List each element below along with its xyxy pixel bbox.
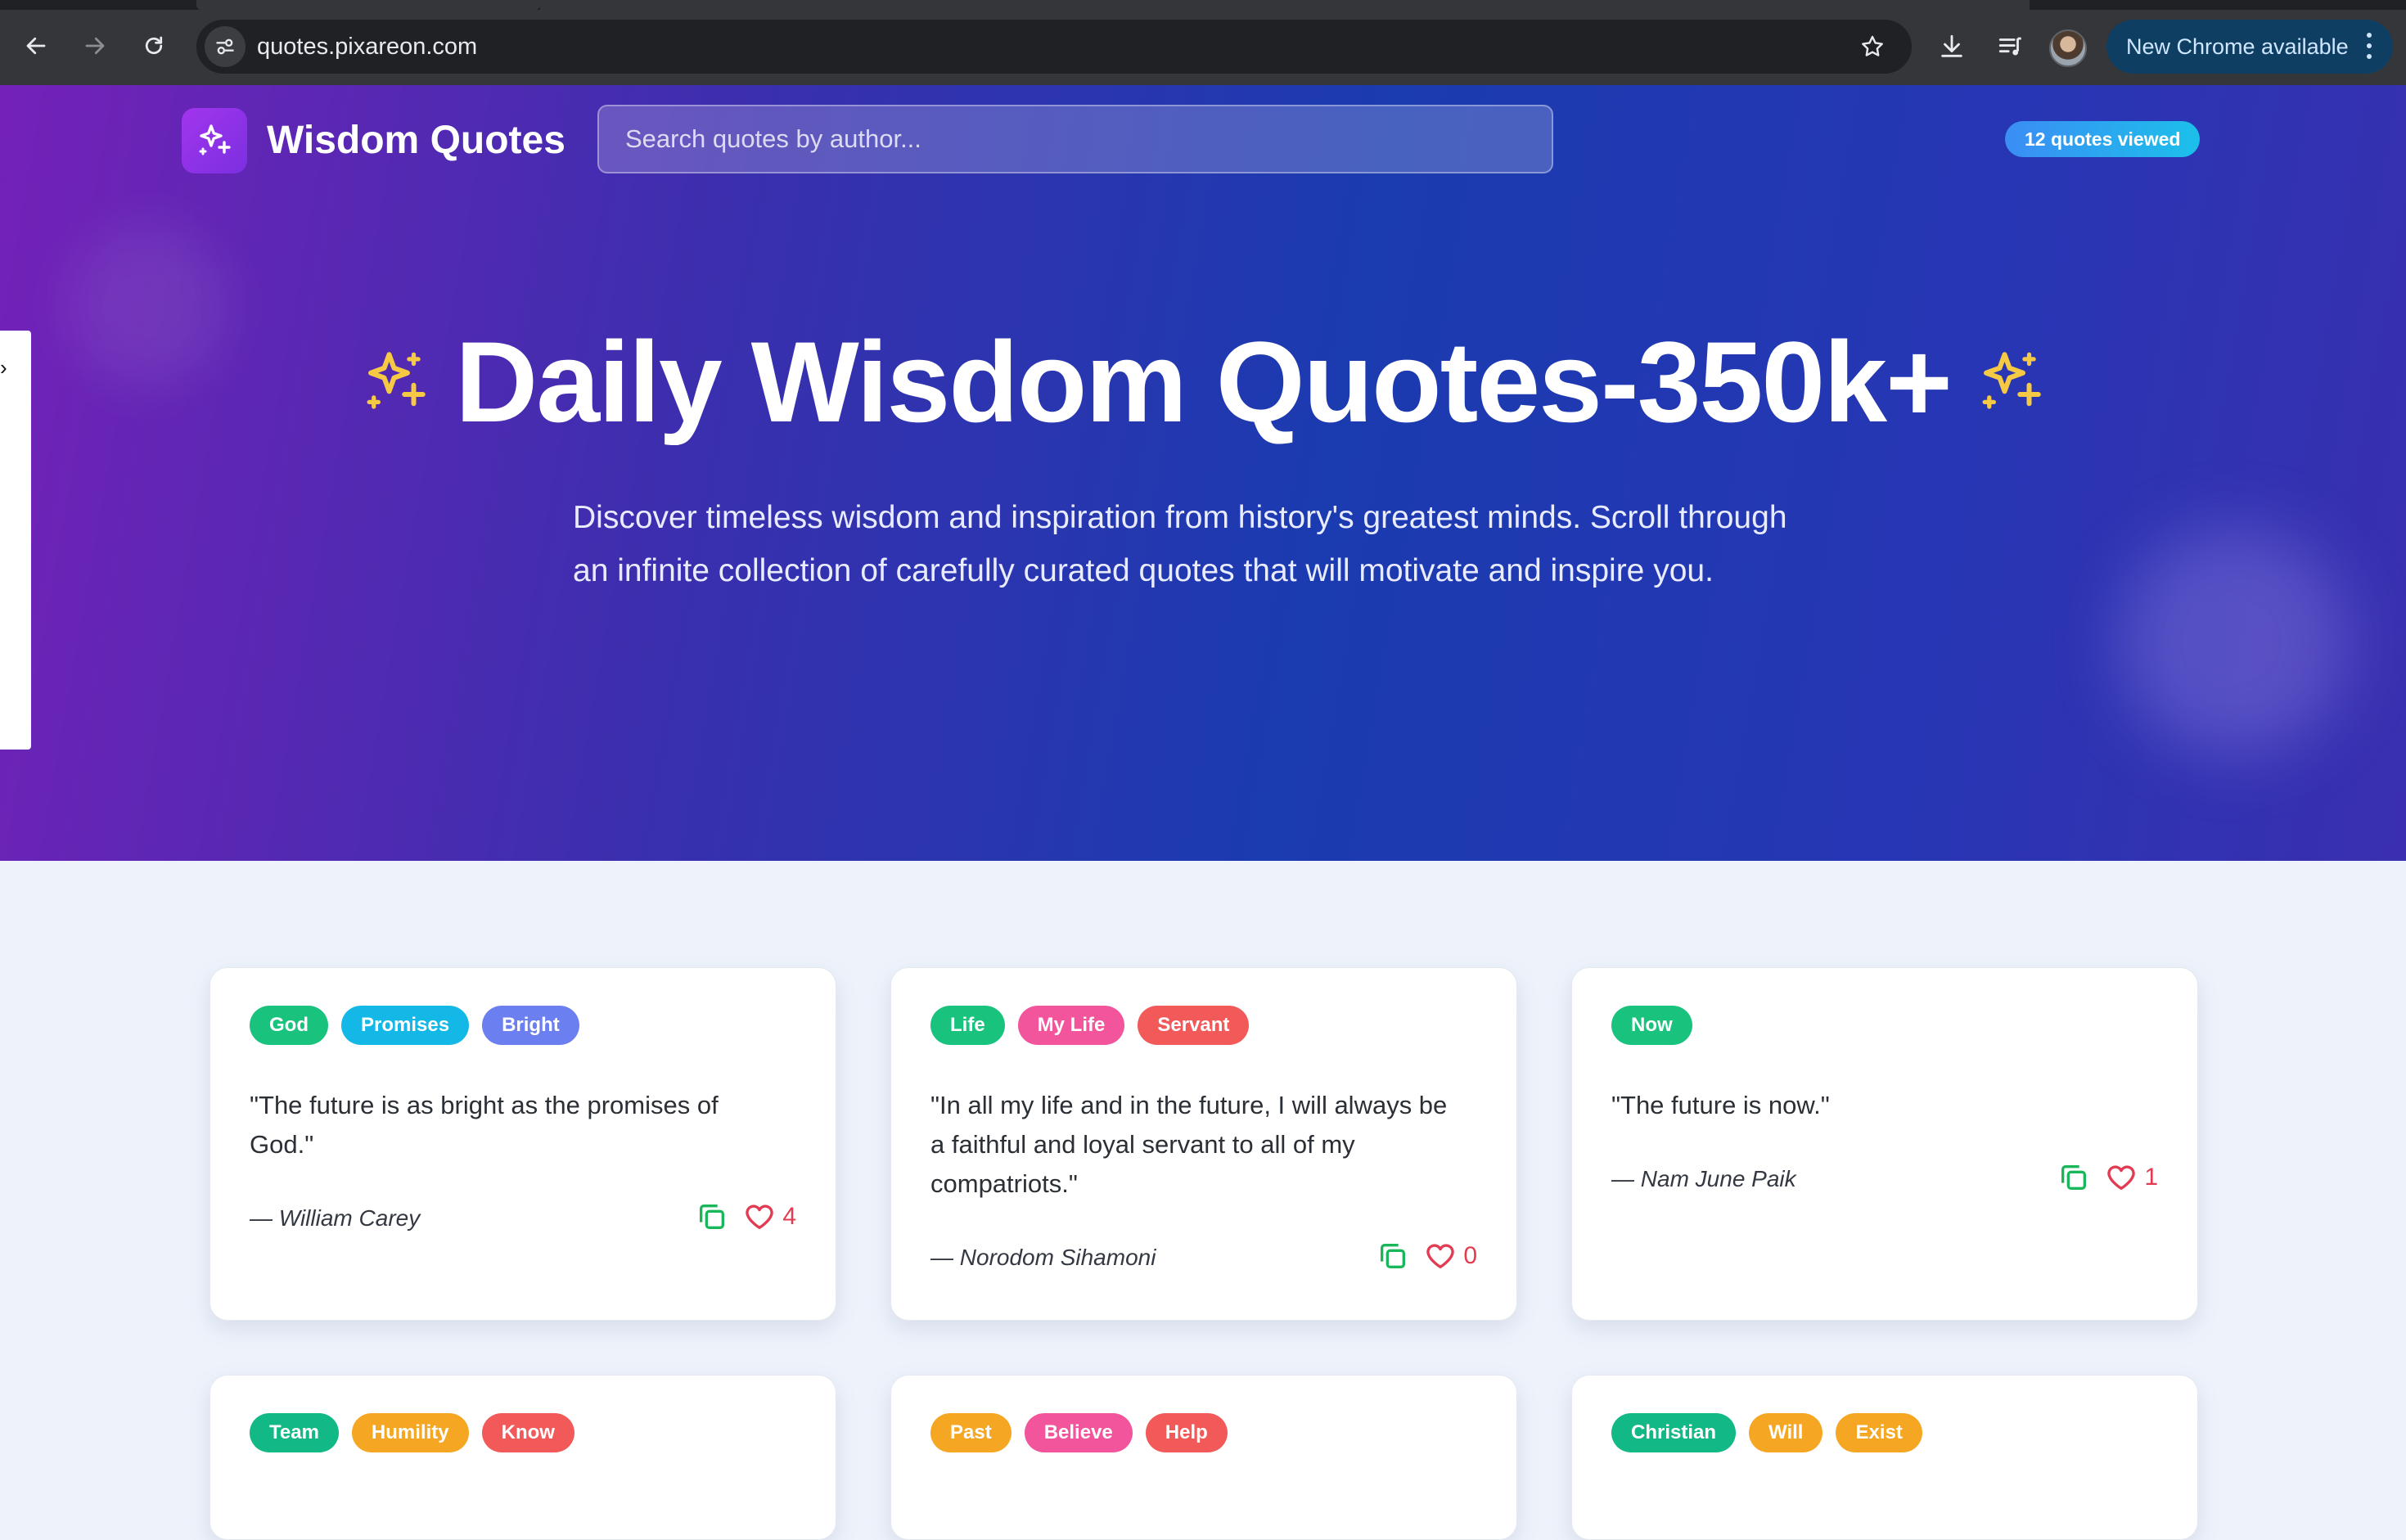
quote-line: "The future is as bright as the promises…: [250, 1091, 719, 1119]
tag-list: Now: [1611, 1006, 1692, 1045]
tag[interactable]: Past: [930, 1413, 1012, 1452]
search-input[interactable]: [597, 105, 1553, 173]
copy-button[interactable]: [2057, 1161, 2090, 1194]
quote-card: Life My Life Servant "In all my life and…: [890, 967, 1517, 1321]
tab-strip: [0, 0, 2406, 10]
tag[interactable]: Now: [1611, 1006, 1692, 1045]
quote-text: "In all my life and in the future, I wil…: [930, 1086, 1503, 1204]
downloads-button[interactable]: [1930, 25, 1974, 69]
tag-list: Team Humility Know: [250, 1413, 574, 1452]
tag[interactable]: Team: [250, 1413, 339, 1452]
copy-icon: [1381, 1244, 1406, 1268]
tag[interactable]: Christian: [1611, 1413, 1737, 1452]
tag-list: Christian Will Exist: [1611, 1413, 1922, 1452]
tag[interactable]: Know: [481, 1413, 574, 1452]
address-bar[interactable]: quotes.pixareon.com: [196, 20, 1912, 74]
copy-icon: [700, 1205, 725, 1229]
download-icon: [1941, 34, 1962, 57]
more-vert-icon[interactable]: [2367, 33, 2372, 61]
quote-line: God.": [250, 1130, 314, 1159]
reload-icon: [145, 36, 163, 55]
quote-author[interactable]: — Norodom Sihamoni: [930, 1245, 1156, 1271]
hero-title-row: Daily Wisdom Quotes-350k+: [0, 313, 2406, 452]
bookmark-button[interactable]: [1856, 30, 1889, 63]
forward-button[interactable]: [69, 20, 121, 72]
quote-line: a faithful and loyal servant to all of m…: [930, 1130, 1355, 1159]
star-icon: [1862, 35, 1883, 56]
tag[interactable]: Exist: [1836, 1413, 1922, 1452]
url-text[interactable]: quotes.pixareon.com: [257, 33, 477, 61]
hero-description: Discover timeless wisdom and inspiration…: [573, 491, 1833, 597]
quote-card: Team Humility Know: [210, 1375, 836, 1540]
tag[interactable]: Promises: [341, 1006, 470, 1045]
back-arrow-icon: [26, 37, 46, 55]
copy-button[interactable]: [1376, 1240, 1409, 1272]
hero-section: › Wisdom Quotes 12 quotes viewed Daily W…: [0, 85, 2406, 861]
quote-actions: 4: [696, 1200, 796, 1233]
tag[interactable]: Bright: [482, 1006, 579, 1045]
reload-button[interactable]: [128, 20, 180, 72]
tag[interactable]: Help: [1145, 1413, 1228, 1452]
quote-line: "The future is now.": [1611, 1091, 1830, 1119]
queue-music-icon: [1998, 37, 2021, 56]
copy-icon: [2061, 1165, 2087, 1190]
quote-author[interactable]: — Nam June Paik: [1611, 1166, 1796, 1192]
like-count: 0: [1463, 1242, 1477, 1269]
hero-description-line: an infinite collection of carefully cura…: [573, 553, 1714, 588]
sparkles-icon: [367, 352, 426, 409]
tag-list: Life My Life Servant: [930, 1006, 1250, 1045]
tag-list: God Promises Bright: [250, 1006, 579, 1045]
quote-card: Now "The future is now." — Nam June Paik…: [1571, 967, 2198, 1321]
back-button[interactable]: [10, 20, 62, 72]
forward-arrow-icon: [85, 37, 105, 55]
media-controls-button[interactable]: [1989, 25, 2033, 69]
quote-text: "The future is as bright as the promises…: [250, 1086, 806, 1164]
profile-avatar[interactable]: [2049, 29, 2087, 67]
quote-actions: 0: [1376, 1240, 1477, 1272]
page-title: Daily Wisdom Quotes-350k+: [455, 317, 1953, 446]
quote-author[interactable]: — William Carey: [250, 1205, 420, 1232]
brand-name[interactable]: Wisdom Quotes: [267, 116, 565, 165]
tab-active[interactable]: [196, 0, 540, 10]
update-label: New Chrome available: [2126, 34, 2349, 59]
heart-icon: [746, 1205, 773, 1229]
like-count: 1: [2144, 1164, 2158, 1191]
quote-card: Past Believe Help: [890, 1375, 1517, 1540]
decorative-blob: [2120, 527, 2349, 756]
sparkles-icon: [1982, 352, 2041, 409]
site-settings-button[interactable]: [205, 26, 246, 67]
tag[interactable]: Humility: [351, 1413, 469, 1452]
heart-icon: [2107, 1165, 2135, 1190]
chrome-update-button[interactable]: New Chrome available: [2106, 20, 2393, 74]
quotes-viewed-badge: 12 quotes viewed: [2005, 121, 2201, 157]
like-count: 4: [782, 1203, 796, 1230]
tag[interactable]: My Life: [1017, 1006, 1125, 1045]
like-button[interactable]: 0: [1424, 1240, 1477, 1272]
like-button[interactable]: 1: [2105, 1161, 2158, 1194]
quote-card: God Promises Bright "The future is as br…: [210, 967, 836, 1321]
heart-icon: [1426, 1244, 1454, 1268]
tag[interactable]: Believe: [1024, 1413, 1133, 1452]
sparkles-icon: [199, 124, 231, 155]
copy-button[interactable]: [696, 1200, 728, 1233]
quote-actions: 1: [2057, 1161, 2158, 1194]
tab-inactive[interactable]: [540, 0, 2030, 10]
tag[interactable]: Will: [1749, 1413, 1823, 1452]
tag[interactable]: Life: [930, 1006, 1005, 1045]
quote-line: compatriots.": [930, 1169, 1078, 1198]
tag[interactable]: God: [250, 1006, 328, 1045]
hero-description-line: Discover timeless wisdom and inspiration…: [573, 500, 1787, 535]
browser-toolbar: quotes.pixareon.com New Chrome available: [0, 0, 2406, 85]
quote-text: "The future is now.": [1611, 1086, 2168, 1125]
tag-list: Past Believe Help: [930, 1413, 1228, 1452]
tune-icon: [216, 38, 234, 55]
quote-line: "In all my life and in the future, I wil…: [930, 1091, 1448, 1119]
quote-card: Christian Will Exist: [1571, 1375, 2198, 1540]
tag[interactable]: Servant: [1138, 1006, 1250, 1045]
brand-logo[interactable]: [182, 108, 247, 173]
like-button[interactable]: 4: [743, 1200, 796, 1233]
